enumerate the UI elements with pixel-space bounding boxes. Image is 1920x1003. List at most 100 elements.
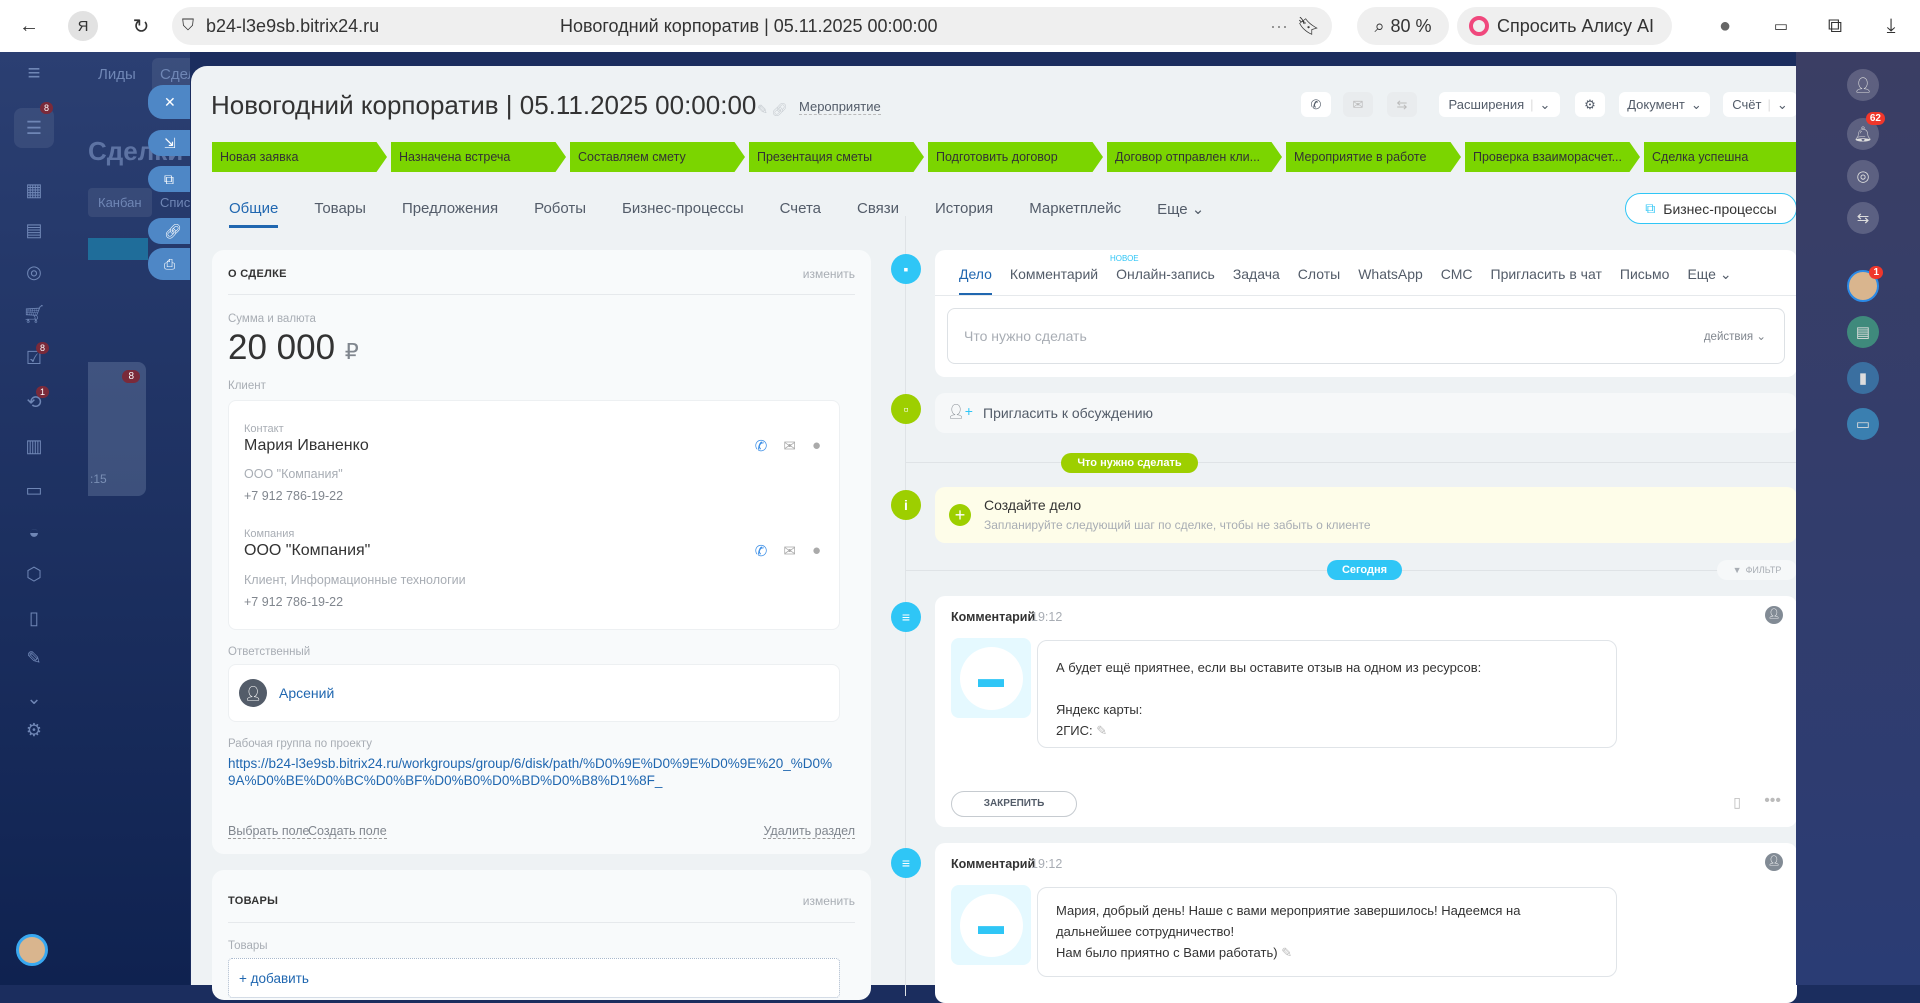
note-icon[interactable]: ▯ [1733,794,1741,811]
activity-tab-6[interactable]: СМС [1441,266,1473,295]
copilot-icon[interactable]: ◎ [1847,160,1879,192]
select-field-link[interactable]: Выбрать поле [228,824,310,839]
create-activity-card[interactable]: + Создайте дело Запланируйте следующий ш… [935,487,1797,543]
analytics-icon[interactable]: ▥ [22,436,46,460]
invite-discussion[interactable]: 👤︎+ Пригласить к обсуждению [935,393,1797,433]
contact-name[interactable]: Мария Иваненко [244,437,369,455]
edit-icon[interactable]: ✎ [1096,723,1107,738]
tab-7[interactable]: История [935,200,993,228]
extensions-icon[interactable]: ⧉ [1820,11,1850,41]
news-icon[interactable]: ▤ [1847,316,1879,348]
robot-icon[interactable]: ◒ [22,522,46,546]
author-avatar-icon[interactable]: 👤︎ [1765,606,1783,624]
stage-item[interactable]: Мероприятие в работе [1286,142,1461,172]
activity-tab-3[interactable]: Задача [1233,266,1280,295]
settings-button[interactable]: ⚙ [1575,92,1605,117]
activity-tab-4[interactable]: Слоты [1298,266,1340,295]
more-icon[interactable]: ••• [1764,792,1781,810]
extensions-button[interactable]: Расширения | ⌄ [1439,92,1560,117]
deal-type-select[interactable]: Мероприятие [799,99,881,115]
tab-8[interactable]: Маркетплейс [1029,200,1121,228]
menu-icon[interactable]: ≡ [22,60,46,85]
workgroup-link[interactable]: https://b24-l3e9sb.bitrix24.ru/workgroup… [228,755,833,789]
document-button[interactable]: Документ ⌄ [1619,92,1710,117]
filter-button[interactable]: ▼ ФИЛЬТР [1717,560,1797,580]
back-icon[interactable]: ← [14,11,44,41]
activity-tab-2[interactable]: Онлайн-запись [1116,266,1215,295]
print-button[interactable]: ⎙ [148,248,190,280]
responsible-name[interactable]: Арсений [279,685,334,701]
delete-section-link[interactable]: Удалить раздел [763,824,855,839]
edit-title-icon[interactable]: ✎ 🔗︎ [757,102,788,118]
chat-icon[interactable]: ● [812,542,821,560]
store-icon[interactable]: ▤ [22,220,46,244]
plus-icon[interactable]: + [949,504,971,526]
calendar-icon[interactable]: ▦ [22,180,46,204]
user-avatar[interactable] [16,934,48,966]
phone-icon[interactable]: ✆ [755,542,768,560]
document-icon[interactable]: ▯ [22,608,46,632]
bookmark-icon[interactable]: 🔖︎ [1297,16,1320,37]
mail-icon[interactable]: ✉ [783,437,796,455]
zoom-button[interactable]: ⌕ 80 % [1357,7,1449,45]
tab-3[interactable]: Роботы [534,200,586,228]
invoice-button[interactable]: Счёт | ⌄ [1723,92,1797,117]
contact-avatar[interactable]: 1 [1847,266,1883,302]
activity-tab-1[interactable]: Комментарий [1010,266,1098,295]
tab-0[interactable]: Общие [229,200,279,228]
activity-tab-7[interactable]: Пригласить в чат [1491,266,1602,295]
stage-item[interactable]: Новая заявка [212,142,387,172]
chevron-down-icon[interactable]: ⌄ [22,688,46,712]
more-icon[interactable]: ··· [1270,16,1288,37]
download-icon[interactable]: ⤓ [1876,11,1906,41]
automation-icon[interactable]: ⟲ 1 [22,386,50,416]
stage-item[interactable]: Презентация сметы [749,142,924,172]
company-name[interactable]: ООО "Компания" [244,542,370,560]
call-button[interactable]: ✆ [1301,92,1331,117]
crm-icon[interactable]: ☰ 8 [14,102,54,148]
copy-link-button[interactable]: 🔗︎ [148,218,190,244]
tab-1[interactable]: Товары [314,200,366,228]
tab-4[interactable]: Бизнес-процессы [622,200,744,228]
activity-tab-5[interactable]: WhatsApp [1358,266,1423,295]
business-processes-button[interactable]: ⧉ Бизнес-процессы [1625,193,1797,224]
products-edit-link[interactable]: изменить [803,894,855,908]
minimize-slider-button[interactable]: ⇲ [148,130,190,156]
reload-icon[interactable]: ↻ [126,11,156,41]
company-phone[interactable]: +7 912 786-19-22 [244,595,343,609]
cart-icon[interactable]: 🛒︎ [22,304,46,328]
open-lines-icon[interactable]: ▭ [1847,408,1879,440]
stage-item[interactable]: Составляем смету [570,142,745,172]
stage-item[interactable]: Назначена встреча [391,142,566,172]
tab-5[interactable]: Счета [780,200,821,228]
chat-icon[interactable]: ● [812,437,821,455]
author-avatar-icon[interactable]: 👤︎ [1765,853,1783,871]
stage-item[interactable]: Сделка успешна [1644,142,1819,172]
actions-dropdown[interactable]: действия ⌄ [1704,329,1766,343]
mail-icon[interactable]: ✉ [783,542,796,560]
bookmark-icon[interactable]: ▮ [1847,362,1879,394]
tab-2[interactable]: Предложения [402,200,498,228]
address-bar[interactable]: ⛉ b24-l3e9sb.bitrix24.ru Новогодний корп… [172,7,1332,45]
extension-icon[interactable]: ● [1710,11,1740,41]
bell-icon[interactable]: 🔔︎ 62 [1847,112,1885,150]
about-edit-link[interactable]: изменить [803,267,855,281]
url-text[interactable]: b24-l3e9sb.bitrix24.ru [206,16,379,37]
settings-icon[interactable]: ⚙ [22,720,46,744]
close-slider-button[interactable]: ✕ [148,85,190,119]
tab-6[interactable]: Связи [857,200,899,228]
target-icon[interactable]: ◎ [22,262,46,286]
yandex-icon[interactable]: Я [68,11,98,41]
create-field-link[interactable]: Создать поле [308,824,387,839]
stage-item[interactable]: Проверка взаиморасчет... [1465,142,1640,172]
tasks-icon[interactable]: ☑ 8 [22,342,50,372]
stage-item[interactable]: Подготовить договор [928,142,1103,172]
add-product-button[interactable]: + добавить [228,958,840,998]
contact-phone[interactable]: +7 912 786-19-22 [244,489,343,503]
email-button[interactable]: ✉ [1343,92,1373,117]
activity-tab-8[interactable]: Письмо [1620,266,1670,295]
open-new-window-button[interactable]: ⧉ [148,166,190,192]
alice-button[interactable]: Спросить Алису AI [1457,7,1672,45]
pin-button[interactable]: ЗАКРЕПИТЬ [951,791,1077,817]
activity-tab-0[interactable]: Дело [959,266,992,295]
